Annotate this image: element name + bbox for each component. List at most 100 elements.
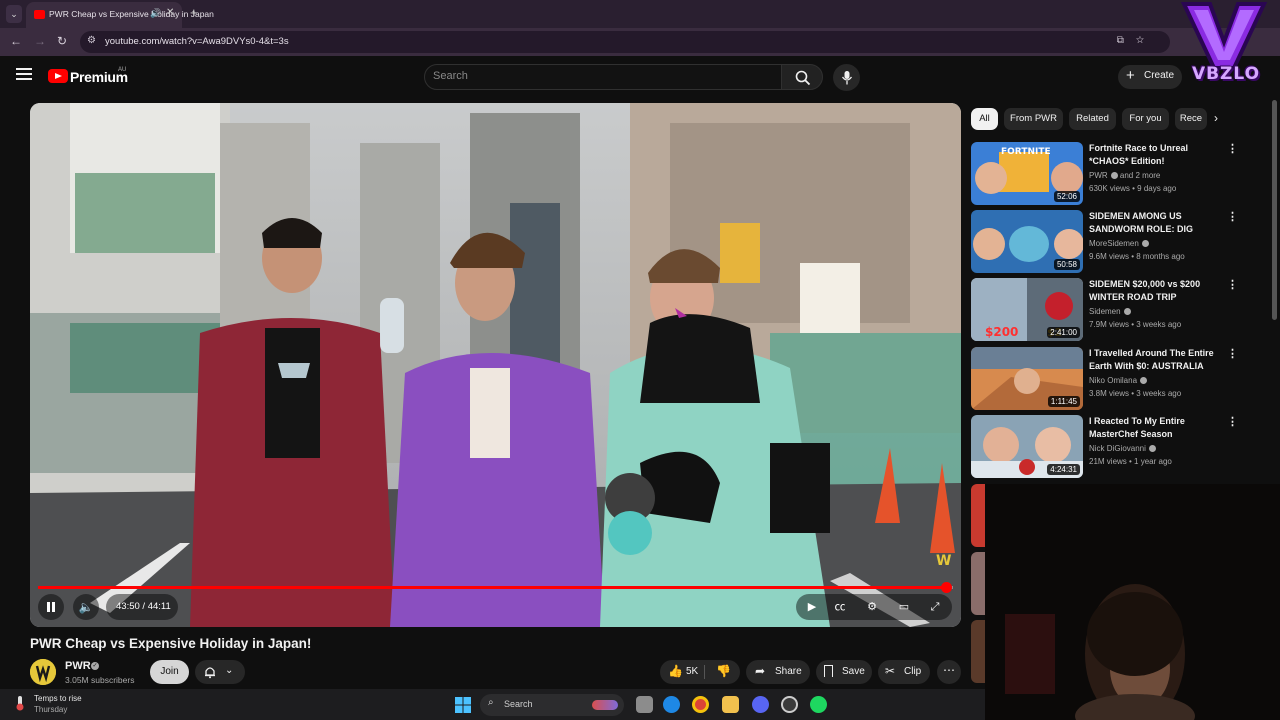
share-button[interactable]: ➦ Share bbox=[746, 660, 810, 684]
microphone-icon bbox=[841, 70, 852, 84]
browser-tab-active[interactable]: PWR Cheap vs Expensive Holiday in Japan … bbox=[26, 2, 214, 28]
more-vertical-icon[interactable]: ⋮ bbox=[1227, 142, 1238, 155]
channel-name[interactable]: PWR and 2 more bbox=[1089, 171, 1160, 180]
channel-logo-icon bbox=[30, 659, 56, 685]
recommendation-thumbnail-partial[interactable] bbox=[971, 620, 985, 683]
video-title[interactable]: Fortnite Race to Unreal *CHAOS* Edition! bbox=[1089, 142, 1227, 168]
channel-name[interactable]: PWR bbox=[65, 660, 91, 672]
progress-bar[interactable] bbox=[38, 582, 953, 593]
thumbs-down-icon[interactable]: 👎 bbox=[716, 664, 731, 678]
video-duration: 1:11:45 bbox=[1047, 396, 1080, 407]
chip-recent[interactable]: Rece bbox=[1175, 108, 1207, 130]
spotify-icon[interactable] bbox=[810, 696, 827, 713]
tab-close-icon[interactable]: ✕ bbox=[166, 7, 174, 18]
page-scrollbar[interactable] bbox=[1272, 100, 1277, 320]
video-title[interactable]: SIDEMEN AMONG US SANDWORM ROLE: DIG UNDE… bbox=[1089, 210, 1227, 237]
steam-icon[interactable] bbox=[781, 696, 798, 713]
channel-name[interactable]: Sidemen bbox=[1089, 307, 1131, 316]
site-info-icon[interactable]: ⚙ bbox=[87, 35, 96, 46]
recommendation-item[interactable]: 1:11:45 I Travelled Around The Entire Ea… bbox=[971, 347, 1243, 411]
chip-all[interactable]: All bbox=[971, 108, 998, 130]
recommendation-thumbnail-partial[interactable] bbox=[971, 552, 985, 615]
search-box bbox=[424, 64, 782, 90]
video-thumbnail[interactable]: 4:24:31 bbox=[971, 415, 1083, 478]
video-meta: 21M views • 1 year ago bbox=[1089, 457, 1172, 466]
taskbar-search[interactable]: ⌕ Search bbox=[480, 694, 624, 716]
bookmark-star-icon[interactable]: ☆ bbox=[1136, 35, 1156, 46]
video-thumbnail[interactable]: FORTNITE 52:06 bbox=[971, 142, 1083, 205]
recommendation-item[interactable]: $200 $2 2:41:00 SIDEMEN $20,000 vs $200 … bbox=[971, 278, 1243, 342]
task-view-icon[interactable] bbox=[636, 696, 653, 713]
new-tab-icon[interactable]: + bbox=[190, 5, 198, 20]
search-icon bbox=[795, 70, 811, 86]
chip-from-pwr[interactable]: From PWR bbox=[1004, 108, 1063, 130]
channel-avatar[interactable] bbox=[30, 659, 56, 685]
notifications-button[interactable]: ⌄ bbox=[195, 660, 245, 684]
autoplay-toggle-icon[interactable]: ▶ bbox=[804, 599, 820, 615]
subtitles-icon[interactable]: ㏄ bbox=[832, 599, 848, 615]
more-vertical-icon[interactable]: ⋮ bbox=[1227, 415, 1238, 428]
chip-for-you[interactable]: For you bbox=[1122, 108, 1169, 130]
theater-mode-icon[interactable]: ▭ bbox=[896, 599, 912, 615]
pause-button[interactable] bbox=[38, 594, 64, 620]
save-button[interactable]: Save bbox=[816, 660, 872, 684]
progress-scrubber[interactable] bbox=[940, 582, 952, 593]
menu-icon[interactable] bbox=[16, 68, 32, 80]
chrome-browser-icon[interactable] bbox=[692, 696, 709, 713]
recommendation-item[interactable]: 4:24:31 I Reacted To My Entire MasterChe… bbox=[971, 415, 1243, 479]
video-duration: 2:41:00 bbox=[1047, 327, 1080, 338]
url-text[interactable]: youtube.com/watch?v=Awa9DVYs0-4&t=3s bbox=[105, 36, 289, 47]
video-thumbnail[interactable]: $200 $2 2:41:00 bbox=[971, 278, 1083, 341]
channel-label: Sidemen bbox=[1089, 307, 1121, 316]
youtube-logo-icon[interactable] bbox=[48, 69, 68, 83]
edge-browser-icon[interactable] bbox=[663, 696, 680, 713]
voice-search-button[interactable] bbox=[833, 64, 860, 91]
clip-button[interactable]: ✂ Clip bbox=[878, 660, 930, 684]
address-bar[interactable]: ⚙ youtube.com/watch?v=Awa9DVYs0-4&t=3s ⧉… bbox=[80, 31, 1170, 53]
search-input[interactable] bbox=[433, 70, 763, 82]
like-count[interactable]: 5K bbox=[686, 666, 698, 677]
volume-icon[interactable]: 🔈 bbox=[73, 594, 99, 620]
join-button[interactable]: Join bbox=[150, 660, 189, 684]
more-vertical-icon[interactable]: ⋮ bbox=[1227, 278, 1238, 291]
more-vertical-icon[interactable]: ⋮ bbox=[1227, 347, 1238, 360]
webcam-feed bbox=[985, 484, 1280, 720]
more-vertical-icon[interactable]: ⋮ bbox=[1227, 210, 1238, 223]
channel-name[interactable]: Niko Omilana bbox=[1089, 376, 1148, 385]
subscriber-count: 3.05M subscribers bbox=[65, 675, 135, 685]
video-title[interactable]: SIDEMEN $20,000 vs $200 WINTER ROAD TRIP bbox=[1089, 278, 1227, 304]
forward-icon[interactable]: → bbox=[34, 34, 46, 48]
channel-name[interactable]: MoreSidemen bbox=[1089, 239, 1149, 248]
channel-name[interactable]: Nick DiGiovanni bbox=[1089, 444, 1156, 453]
search-button[interactable] bbox=[781, 64, 823, 90]
plus-icon: + bbox=[1126, 67, 1135, 84]
weather-thermometer-icon[interactable] bbox=[12, 695, 28, 711]
chevron-right-icon[interactable]: › bbox=[1214, 111, 1218, 125]
video-player[interactable]: W 🔈 43:50 / 44:11 ▶ ㏄ ⚙ ▭ ⤢ bbox=[30, 103, 961, 627]
verified-badge-icon bbox=[1140, 377, 1148, 385]
video-title[interactable]: I Travelled Around The Entire Earth With… bbox=[1089, 347, 1227, 373]
chip-related[interactable]: Related bbox=[1069, 108, 1116, 130]
tab-search-chevron-icon[interactable]: ⌄ bbox=[6, 5, 22, 23]
recommendation-thumbnail-partial[interactable] bbox=[971, 484, 985, 547]
recommendation-item[interactable]: 50:58 SIDEMEN AMONG US SANDWORM ROLE: DI… bbox=[971, 210, 1243, 274]
discord-icon[interactable] bbox=[752, 696, 769, 713]
weather-title[interactable]: Temps to rise bbox=[34, 694, 82, 703]
windows-start-icon[interactable] bbox=[455, 697, 471, 713]
file-explorer-icon[interactable] bbox=[722, 696, 739, 713]
fullscreen-icon[interactable]: ⤢ bbox=[927, 599, 943, 615]
create-button[interactable]: + Create bbox=[1118, 65, 1182, 89]
install-app-icon[interactable]: ⧉ bbox=[1117, 35, 1136, 46]
recommendation-item[interactable]: FORTNITE 52:06 Fortnite Race to Unreal *… bbox=[971, 142, 1243, 206]
weather-subtitle: Thursday bbox=[34, 705, 68, 714]
back-icon[interactable]: ← bbox=[10, 34, 22, 48]
thumbs-up-icon[interactable]: 👍 bbox=[668, 664, 683, 678]
tab-audio-icon[interactable]: 🔊 bbox=[150, 8, 161, 19]
video-thumbnail[interactable]: 50:58 bbox=[971, 210, 1083, 273]
more-actions-button[interactable]: ⋯ bbox=[937, 660, 961, 684]
reload-icon[interactable]: ↻ bbox=[57, 34, 67, 48]
video-title[interactable]: I Reacted To My Entire MasterChef Season bbox=[1089, 415, 1227, 441]
video-thumbnail[interactable]: 1:11:45 bbox=[971, 347, 1083, 410]
verified-badge-icon bbox=[1123, 308, 1131, 316]
settings-gear-icon[interactable]: ⚙ bbox=[864, 599, 880, 615]
